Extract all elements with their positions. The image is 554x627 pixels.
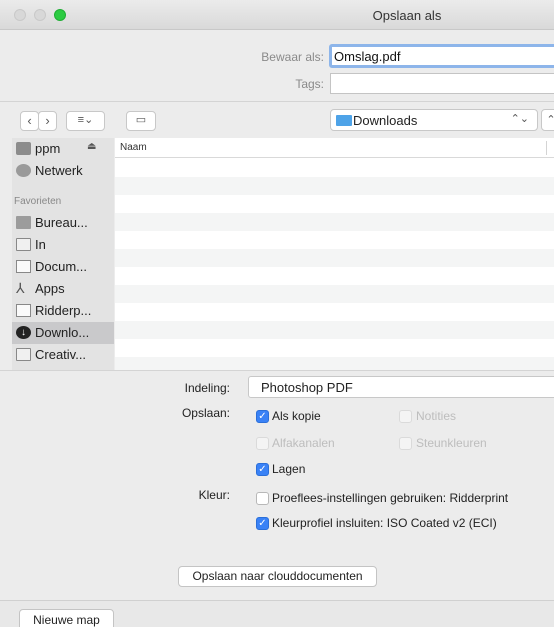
folder-icon	[336, 115, 352, 126]
as-copy-label: Als kopie	[272, 409, 321, 423]
list-row	[115, 177, 554, 195]
format-select[interactable]: Photoshop PDF	[248, 376, 554, 398]
sidebar-item-label: Apps	[35, 281, 65, 296]
sidebar-item-creative-cloud[interactable]: Creativ...	[12, 344, 114, 366]
spot-colors-checkbox[interactable]	[399, 437, 412, 450]
title-bar: Opslaan als	[0, 0, 554, 30]
sidebar-item-in[interactable]: In	[12, 234, 114, 256]
layers-label: Lagen	[272, 462, 306, 476]
chevron-up-icon: ⌃	[546, 114, 554, 126]
proof-setup-checkbox[interactable]	[256, 492, 269, 505]
list-row	[115, 159, 554, 177]
apps-icon: ⅄	[16, 280, 25, 296]
divider	[0, 101, 554, 102]
filename-input[interactable]: Omslag.pdf	[329, 44, 554, 68]
column-separator	[546, 141, 547, 155]
alpha-channels-checkbox[interactable]	[256, 437, 269, 450]
alpha-channels-label: Alfakanalen	[272, 436, 335, 450]
list-row	[115, 213, 554, 231]
sidebar-item-label: Downlo...	[35, 325, 90, 340]
sidebar: ppm ⏏ Netwerk Favorieten Bureau... In Do…	[12, 138, 114, 370]
sidebar-item-label: Ridderp...	[35, 303, 92, 318]
network-icon	[16, 164, 31, 177]
sidebar-item-apps[interactable]: ⅄ Apps	[12, 278, 114, 300]
sidebar-item-label: Creativ...	[35, 347, 87, 362]
list-row	[115, 231, 554, 249]
list-row	[115, 267, 554, 285]
embed-profile-checkbox[interactable]: ✓	[256, 517, 269, 530]
sidebar-item-label: In	[35, 237, 46, 252]
notes-checkbox[interactable]	[399, 410, 412, 423]
checkmark-icon: ✓	[258, 518, 267, 529]
updown-arrows-icon: ⌃⌄	[510, 113, 529, 125]
chevron-left-icon: ‹	[27, 113, 32, 128]
file-list[interactable]: Naam	[115, 138, 554, 370]
tags-label: Tags:	[295, 77, 324, 91]
proof-setup-label: Proeflees-instellingen gebruiken: Ridder…	[272, 491, 509, 505]
desktop-icon	[16, 216, 31, 229]
sidebar-item-bureaublad[interactable]: Bureau...	[12, 212, 114, 234]
embed-profile-label: Kleurprofiel insluiten: ISO Coated v2 (E…	[272, 516, 497, 530]
window-title: Opslaan als	[372, 8, 442, 23]
list-row	[115, 357, 554, 370]
save-dialog: Opslaan als Bewaar als: Omslag.pdf Tags:…	[0, 0, 554, 627]
format-label: Indeling:	[184, 381, 230, 395]
list-row	[115, 249, 554, 267]
favorites-heading: Favorieten	[14, 196, 62, 207]
sidebar-item-downloads[interactable]: ↓ Downlo...	[12, 322, 114, 344]
back-button[interactable]: ‹	[20, 111, 39, 131]
sidebar-item-documenten[interactable]: Docum...	[12, 256, 114, 278]
list-row	[115, 339, 554, 357]
divider	[0, 370, 554, 371]
list-row	[115, 321, 554, 339]
sidebar-item-label: Docum...	[35, 259, 88, 274]
tags-input[interactable]	[330, 73, 554, 94]
layers-checkbox[interactable]: ✓	[256, 463, 269, 476]
documents-icon	[16, 260, 31, 273]
new-folder-icon: ▭	[135, 114, 147, 126]
checkmark-icon: ✓	[258, 411, 267, 422]
chevron-right-icon: ›	[45, 113, 50, 128]
eject-icon[interactable]: ⏏	[87, 141, 96, 152]
downloads-icon: ↓	[16, 326, 31, 339]
checkmark-icon: ✓	[258, 464, 267, 475]
sidebar-item-label: Bureau...	[35, 215, 88, 230]
sidebar-item-label: Netwerk	[35, 163, 83, 178]
column-header-naam[interactable]: Naam	[115, 138, 554, 158]
collapse-button[interactable]: ⌃	[541, 109, 554, 131]
list-row	[115, 285, 554, 303]
spot-colors-label: Steunkleuren	[416, 436, 487, 450]
new-folder-button[interactable]: Nieuwe map	[19, 609, 114, 627]
location-popup[interactable]: Downloads ⌃⌄	[330, 109, 538, 131]
column-header-label: Naam	[120, 142, 147, 153]
view-mode-button[interactable]: ≡⌄	[66, 111, 105, 131]
as-copy-checkbox[interactable]: ✓	[256, 410, 269, 423]
list-row	[115, 303, 554, 321]
sidebar-item-ridderprint[interactable]: Ridderp...	[12, 300, 114, 322]
drive-icon	[16, 142, 31, 155]
list-view-icon: ≡⌄	[77, 114, 94, 126]
sidebar-item-ppm[interactable]: ppm ⏏	[12, 138, 114, 160]
save-options-label: Opslaan:	[181, 406, 230, 420]
folder-icon	[16, 238, 31, 251]
saveas-label: Bewaar als:	[261, 50, 324, 64]
list-row	[115, 195, 554, 213]
location-label: Downloads	[353, 113, 418, 128]
notes-label: Notities	[416, 409, 457, 423]
color-label: Kleur:	[198, 488, 230, 502]
save-to-cloud-button[interactable]: Opslaan naar clouddocumenten	[178, 566, 377, 587]
forward-button[interactable]: ›	[38, 111, 57, 131]
sidebar-item-netwerk[interactable]: Netwerk	[12, 160, 114, 182]
folder-icon	[16, 348, 31, 361]
new-folder-toolbar-button[interactable]: ▭	[126, 111, 156, 131]
document-icon	[16, 304, 31, 317]
sidebar-item-label: ppm	[35, 141, 61, 156]
